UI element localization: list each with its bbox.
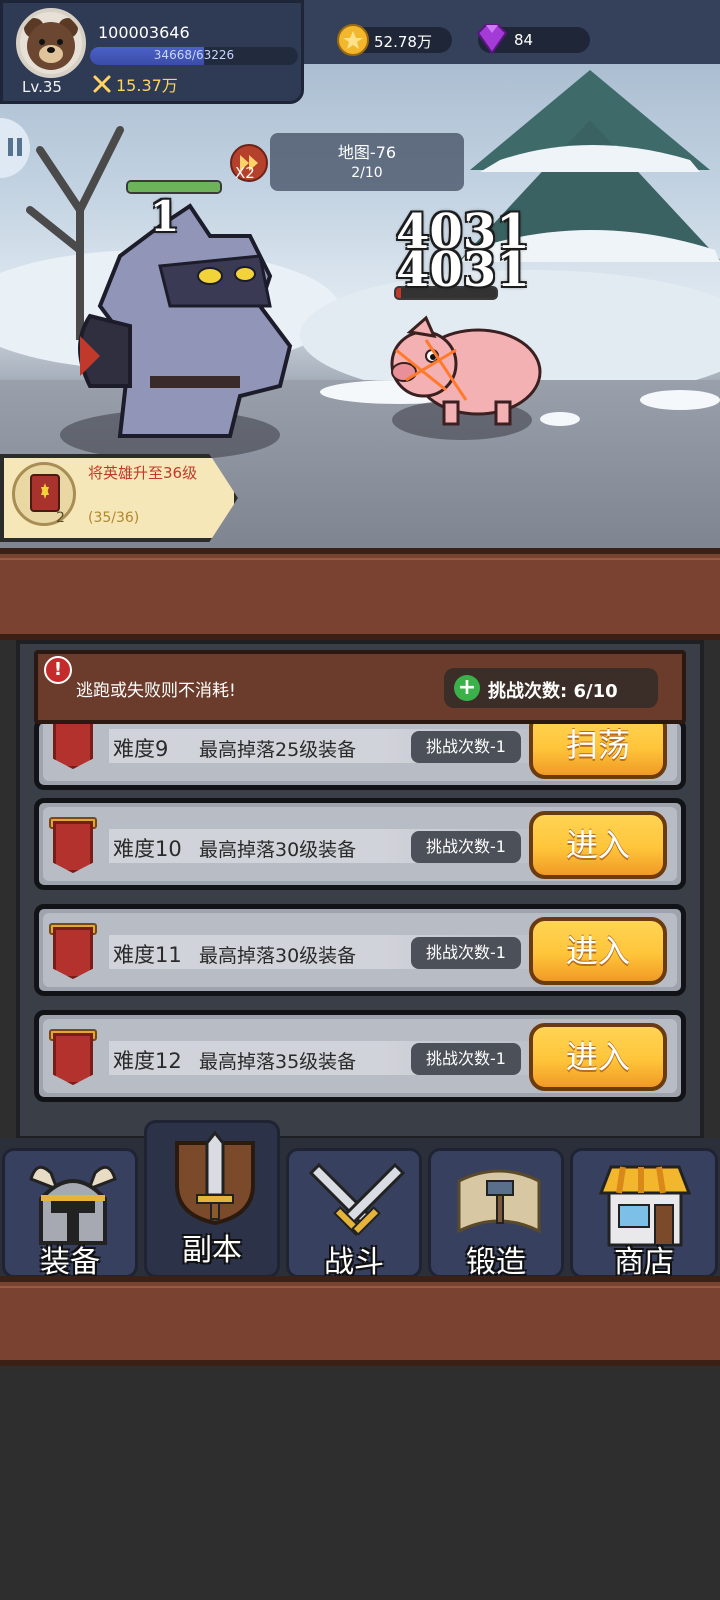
crossed-swords-icon bbox=[93, 75, 111, 93]
warning-icon: ! bbox=[44, 656, 72, 684]
difficulty-name: 难度10 bbox=[113, 837, 182, 861]
speed-label: X2 bbox=[235, 164, 255, 182]
dungeon-row: 难度10 最高掉落30级装备 挑战次数-1 进入 bbox=[34, 798, 686, 890]
attempts-text: 挑战次数: 6/10 bbox=[488, 681, 618, 702]
difficulty-name: 难度11 bbox=[113, 943, 182, 967]
werewolf-hero bbox=[78, 203, 293, 438]
hero-hp-fill bbox=[128, 182, 220, 192]
enter-button[interactable]: 进入 bbox=[529, 917, 667, 985]
gem-amount: 84 bbox=[514, 31, 534, 49]
player-avatar[interactable] bbox=[16, 8, 86, 78]
dungeon-row: 难度11 最高掉落30级装备 挑战次数-1 进入 bbox=[34, 904, 686, 996]
stage-name: 地图-76 bbox=[337, 143, 397, 162]
bear-icon bbox=[24, 18, 78, 70]
player-level: Lv.35 bbox=[22, 78, 62, 96]
plus-icon[interactable]: + bbox=[454, 675, 480, 701]
attempt-cost-badge: 挑战次数-1 bbox=[411, 1043, 521, 1075]
pig-enemy bbox=[390, 315, 542, 426]
difficulty-banner-icon bbox=[53, 723, 93, 769]
attempt-cost-badge: 挑战次数-1 bbox=[411, 831, 521, 863]
purple-gem-icon bbox=[476, 24, 508, 55]
pause-icon bbox=[8, 138, 22, 156]
drop-info: 最高掉落30级装备 bbox=[199, 945, 357, 967]
enter-button[interactable]: 进入 bbox=[529, 811, 667, 879]
helmet-icon bbox=[29, 1165, 117, 1245]
difficulty-banner-icon bbox=[53, 927, 93, 979]
shop-icon bbox=[598, 1165, 692, 1247]
drop-info: 最高掉落25级装备 bbox=[199, 739, 357, 761]
player-id: 100003646 bbox=[98, 23, 190, 42]
quest-progress: (35/36) bbox=[88, 510, 140, 526]
drop-info: 最高掉落30级装备 bbox=[199, 839, 357, 861]
drop-info: 最高掉落35级装备 bbox=[199, 1051, 357, 1073]
quest-title: 将英雄升至36级 bbox=[88, 464, 198, 482]
attempt-cost-badge: 挑战次数-1 bbox=[411, 731, 521, 763]
dungeon-row: 难度12 最高掉落35级装备 挑战次数-1 进入 bbox=[34, 1010, 686, 1102]
gold-amount: 52.78万 bbox=[374, 33, 432, 51]
tab-shop[interactable]: 商店 bbox=[570, 1148, 718, 1280]
enter-button[interactable]: 进入 bbox=[529, 1023, 667, 1091]
notice-text: 逃跑或失败则不消耗! bbox=[76, 681, 236, 701]
tab-label: 战斗 bbox=[324, 1245, 384, 1280]
quest-book-icon[interactable] bbox=[12, 462, 76, 526]
quest-reward-count: 2 bbox=[56, 510, 65, 526]
pause-button[interactable] bbox=[0, 118, 30, 178]
scroll-hammer-icon bbox=[457, 1169, 541, 1234]
damage-number: 4031 bbox=[396, 242, 530, 298]
gold-coin-icon bbox=[337, 24, 369, 56]
combat-power: 15.37万 bbox=[116, 76, 178, 95]
stage-progress: 2/10 bbox=[351, 165, 383, 181]
gem-counter[interactable]: 84 bbox=[476, 24, 590, 55]
difficulty-banner-icon bbox=[53, 821, 93, 873]
difficulty-name: 难度12 bbox=[113, 1049, 182, 1073]
gold-counter[interactable]: 52.78万 bbox=[337, 24, 452, 56]
tab-label: 副本 bbox=[182, 1233, 242, 1268]
tab-label: 锻造 bbox=[466, 1245, 526, 1280]
wood-divider bbox=[0, 548, 720, 640]
sweep-button[interactable]: 扫荡 bbox=[529, 723, 667, 779]
hero-hit-number: 1 bbox=[150, 192, 180, 241]
tab-dungeon[interactable]: 副本 bbox=[144, 1120, 280, 1278]
wood-footer bbox=[0, 1276, 720, 1366]
tab-label: 商店 bbox=[614, 1245, 674, 1280]
difficulty-name: 难度9 bbox=[113, 737, 169, 761]
empty-area bbox=[0, 1366, 720, 1600]
tab-battle[interactable]: 战斗 bbox=[286, 1148, 422, 1280]
sword-shield-icon bbox=[175, 1130, 255, 1225]
tab-forge[interactable]: 锻造 bbox=[428, 1148, 564, 1280]
tab-label: 装备 bbox=[40, 1245, 100, 1280]
exp-text: 34668/63226 bbox=[153, 48, 235, 62]
dungeon-row: 难度9 最高掉落25级装备 挑战次数-1 扫荡 bbox=[34, 718, 686, 790]
crossed-swords-icon bbox=[309, 1162, 405, 1236]
difficulty-banner-icon bbox=[53, 1033, 93, 1085]
tab-equipment[interactable]: 装备 bbox=[2, 1148, 138, 1280]
attempt-cost-badge: 挑战次数-1 bbox=[411, 937, 521, 969]
stage-info-panel: 地图-76 2/10 bbox=[270, 133, 464, 191]
